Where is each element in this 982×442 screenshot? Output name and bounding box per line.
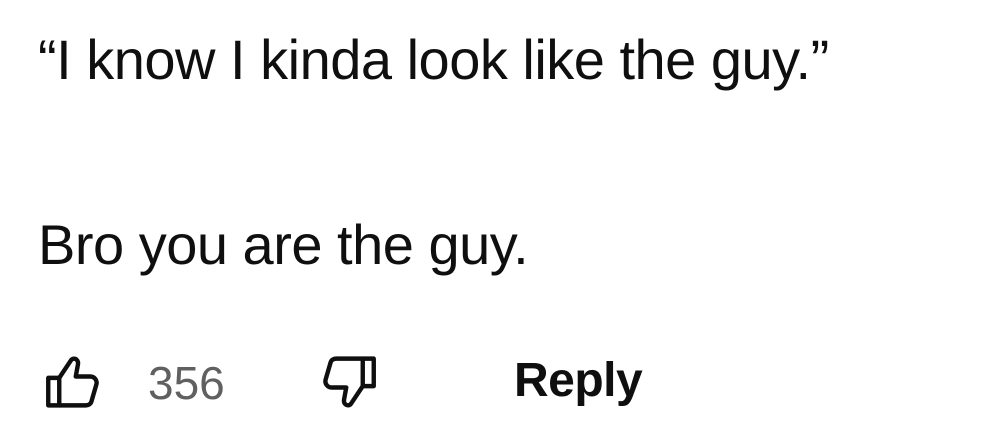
comment-actions: 356 Reply <box>0 345 982 421</box>
comment: “I know I kinda look like the guy.” Bro … <box>0 0 982 442</box>
like-button[interactable] <box>40 349 106 415</box>
comment-text-line-2: Bro you are the guy. <box>38 213 529 276</box>
thumbs-up-icon <box>46 356 99 408</box>
dislike-button[interactable] <box>316 349 382 415</box>
comment-text-line-1: “I know I kinda look like the guy.” <box>38 28 829 91</box>
like-count: 356 <box>148 357 225 409</box>
reply-button[interactable]: Reply <box>514 353 643 409</box>
thumbs-down-icon <box>323 356 376 408</box>
